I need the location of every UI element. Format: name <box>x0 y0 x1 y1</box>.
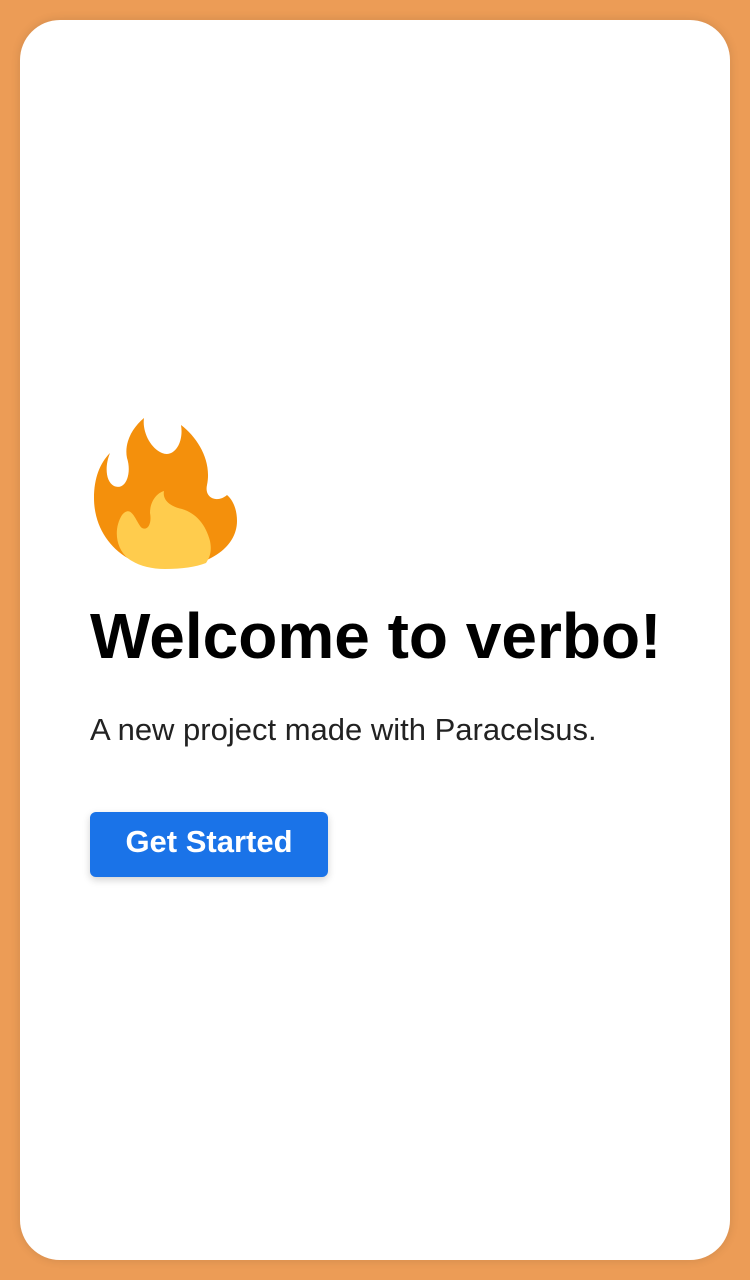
fire-icon <box>92 413 239 569</box>
welcome-title: Welcome to verbo! <box>90 600 662 672</box>
welcome-card: Welcome to verbo! A new project made wit… <box>20 20 730 1260</box>
get-started-button[interactable]: Get Started <box>90 812 328 877</box>
welcome-subtitle: A new project made with Paracelsus. <box>90 712 597 747</box>
